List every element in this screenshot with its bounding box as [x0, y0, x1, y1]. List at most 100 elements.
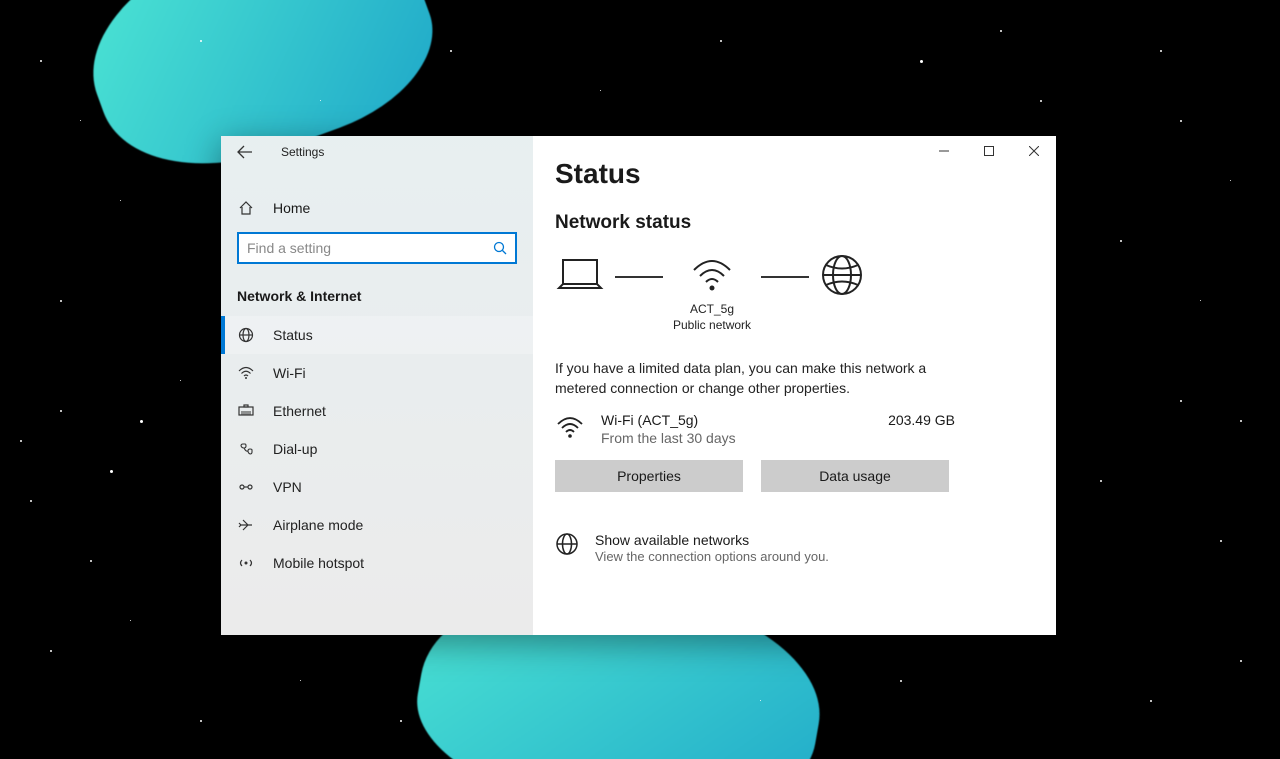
star	[1160, 50, 1162, 52]
star	[1240, 420, 1242, 422]
diagram-wifi-type: Public network	[673, 318, 751, 334]
star	[1240, 660, 1242, 662]
window-title: Settings	[281, 145, 324, 159]
sidebar-nav: Status Wi-Fi Ethernet Dial-up	[221, 316, 533, 582]
dialup-icon	[237, 441, 255, 457]
star	[130, 620, 131, 621]
minimize-button[interactable]	[921, 136, 966, 166]
home-icon	[237, 200, 255, 216]
diagram-wifi: ACT_5g Public network	[673, 252, 751, 333]
maximize-icon	[984, 146, 994, 156]
star	[1000, 30, 1002, 32]
network-diagram: ACT_5g Public network	[555, 252, 1056, 333]
sidebar-item-label: Airplane mode	[273, 517, 363, 533]
star	[60, 300, 62, 302]
star	[300, 680, 301, 681]
star	[760, 700, 761, 701]
search-input[interactable]	[247, 240, 493, 256]
star	[1200, 300, 1201, 301]
sidebar-item-label: VPN	[273, 479, 302, 495]
settings-window: Settings Home Network & Internet Stat	[221, 136, 1056, 635]
star	[1180, 400, 1182, 402]
show-available-networks[interactable]: Show available networks View the connect…	[555, 532, 1056, 564]
star	[1120, 240, 1122, 242]
close-icon	[1029, 146, 1039, 156]
titlebar: Settings	[221, 136, 533, 168]
star	[180, 380, 181, 381]
star	[320, 100, 321, 101]
connection-period: From the last 30 days	[601, 430, 872, 446]
ethernet-icon	[237, 403, 255, 419]
star	[50, 650, 52, 652]
diagram-wifi-name: ACT_5g	[673, 302, 751, 318]
star	[900, 680, 902, 682]
vpn-icon	[237, 479, 255, 495]
available-networks-subtitle: View the connection options around you.	[595, 549, 829, 564]
star	[110, 470, 113, 473]
star	[1230, 180, 1231, 181]
hotspot-icon	[237, 555, 255, 571]
star	[120, 200, 121, 201]
star	[60, 410, 62, 412]
star	[200, 720, 202, 722]
sidebar-item-wifi[interactable]: Wi-Fi	[221, 354, 533, 392]
sidebar-item-label: Status	[273, 327, 313, 343]
sidebar-item-hotspot[interactable]: Mobile hotspot	[221, 544, 533, 582]
search-box[interactable]	[237, 232, 517, 264]
connection-row: Wi-Fi (ACT_5g) From the last 30 days 203…	[555, 412, 955, 446]
available-networks-title: Show available networks	[595, 532, 829, 548]
home-label: Home	[273, 200, 310, 216]
wifi-icon	[237, 365, 255, 381]
diagram-connector	[615, 276, 663, 278]
sidebar-item-dialup[interactable]: Dial-up	[221, 430, 533, 468]
sidebar-home[interactable]: Home	[221, 190, 533, 224]
star	[20, 440, 22, 442]
diagram-internet	[819, 252, 865, 298]
star	[1040, 100, 1042, 102]
connection-name: Wi-Fi (ACT_5g)	[601, 412, 872, 428]
star	[1220, 540, 1222, 542]
wifi-large-icon	[690, 252, 734, 296]
network-status-heading: Network status	[555, 212, 1056, 234]
star	[1100, 480, 1102, 482]
back-button[interactable]	[231, 138, 259, 166]
star	[600, 90, 601, 91]
content-pane: Status Network status ACT_5g Public netw…	[533, 136, 1056, 635]
sidebar-item-label: Ethernet	[273, 403, 326, 419]
maximize-button[interactable]	[966, 136, 1011, 166]
connection-usage: 203.49 GB	[888, 412, 955, 428]
sidebar-item-vpn[interactable]: VPN	[221, 468, 533, 506]
sidebar-item-status[interactable]: Status	[221, 316, 533, 354]
star	[90, 560, 92, 562]
globe-icon	[555, 532, 579, 556]
sidebar-item-airplane[interactable]: Airplane mode	[221, 506, 533, 544]
globe-large-icon	[819, 252, 865, 298]
window-controls	[921, 136, 1056, 166]
minimize-icon	[939, 146, 949, 156]
star	[30, 500, 32, 502]
star	[920, 60, 923, 63]
laptop-icon	[555, 252, 605, 300]
wifi-icon	[555, 412, 585, 442]
sidebar: Settings Home Network & Internet Stat	[221, 136, 533, 635]
star	[1150, 700, 1152, 702]
back-arrow-icon	[237, 144, 253, 160]
sidebar-item-label: Wi-Fi	[273, 365, 306, 381]
sidebar-item-label: Dial-up	[273, 441, 317, 457]
metered-description: If you have a limited data plan, you can…	[555, 359, 935, 398]
sidebar-section-label: Network & Internet	[221, 270, 533, 316]
diagram-connector	[761, 276, 809, 278]
star	[400, 720, 402, 722]
star	[200, 40, 202, 42]
diagram-pc	[555, 252, 605, 300]
data-usage-button[interactable]: Data usage	[761, 460, 949, 492]
star	[40, 60, 42, 62]
star	[720, 40, 722, 42]
sidebar-item-ethernet[interactable]: Ethernet	[221, 392, 533, 430]
star	[80, 120, 81, 121]
close-button[interactable]	[1011, 136, 1056, 166]
properties-button[interactable]: Properties	[555, 460, 743, 492]
airplane-icon	[237, 517, 255, 533]
search-icon	[493, 241, 507, 255]
globe-icon	[237, 327, 255, 343]
